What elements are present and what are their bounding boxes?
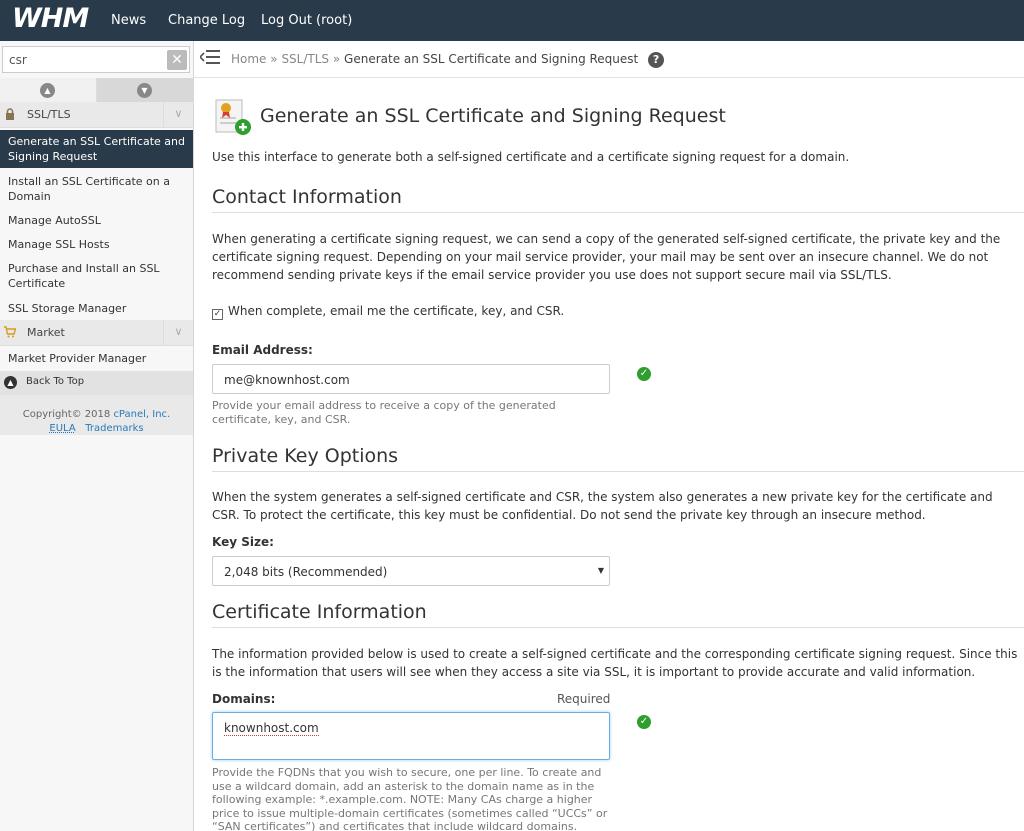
breadcrumb-separator: » bbox=[270, 52, 278, 66]
trademarks-link[interactable]: Trademarks bbox=[85, 423, 143, 434]
breadcrumb-section[interactable]: SSL/TLS bbox=[281, 52, 329, 66]
domains-textarea[interactable]: knownhost.com bbox=[212, 712, 610, 760]
back-to-top[interactable]: ▲ Back To Top bbox=[0, 371, 193, 395]
top-bar: WHM News Change Log Log Out (root) bbox=[0, 0, 1024, 41]
sidebar-item-manage-autossl[interactable]: Manage AutoSSL bbox=[0, 213, 193, 228]
sort-up-icon: ▲ bbox=[40, 83, 55, 98]
sidebar-item-purchase-ssl[interactable]: Purchase and Install an SSL Certificate bbox=[0, 261, 193, 291]
key-size-select[interactable]: 2,048 bits (Recommended) ▼ bbox=[212, 556, 610, 586]
sidebar-item-ssl-storage[interactable]: SSL Storage Manager bbox=[0, 301, 193, 316]
copyright-text: Copyright© 2018 bbox=[22, 409, 111, 420]
sort-down-button[interactable]: ▼ bbox=[97, 78, 194, 102]
domains-help: Provide the FQDNs that you wish to secur… bbox=[212, 766, 608, 831]
certificate-description: The information provided below is used t… bbox=[212, 647, 1018, 679]
arrow-up-icon: ▲ bbox=[4, 376, 17, 389]
chevron-down-icon[interactable]: ∨ bbox=[163, 102, 193, 128]
sidebar-item-install-ssl[interactable]: Install an SSL Certificate on a Domain bbox=[0, 174, 193, 204]
help-icon[interactable]: ? bbox=[648, 52, 665, 68]
search-clear-icon[interactable]: ✕ bbox=[167, 50, 187, 70]
check-valid-icon: ✓ bbox=[637, 367, 651, 381]
sidebar-search[interactable]: csr ✕ bbox=[2, 46, 190, 73]
certificate-add-icon bbox=[215, 99, 251, 135]
email-checkbox[interactable]: ✓ bbox=[212, 309, 223, 320]
breadcrumb-bar: Home » SSL/TLS » Generate an SSL Certifi… bbox=[194, 41, 1024, 78]
breadcrumb-home[interactable]: Home bbox=[231, 52, 266, 66]
menu-collapse-icon[interactable] bbox=[200, 50, 220, 64]
sidebar-item-generate-ssl[interactable]: Generate an SSL Certificate and Signing … bbox=[0, 130, 193, 168]
email-help: Provide your email address to receive a … bbox=[212, 399, 556, 426]
lock-icon bbox=[6, 108, 14, 120]
certificate-heading: Certificate Information bbox=[212, 601, 1024, 628]
page-intro: Use this interface to generate both a se… bbox=[212, 150, 850, 164]
email-field-value: me@knownhost.com bbox=[224, 373, 350, 387]
private-key-heading: Private Key Options bbox=[212, 445, 1024, 472]
sidebar-item-market-provider[interactable]: Market Provider Manager bbox=[0, 351, 193, 366]
breadcrumb: Home » SSL/TLS » Generate an SSL Certifi… bbox=[231, 52, 665, 68]
key-size-label: Key Size: bbox=[212, 535, 274, 549]
email-field[interactable]: me@knownhost.com bbox=[212, 364, 610, 394]
check-valid-icon: ✓ bbox=[637, 715, 651, 729]
key-size-value: 2,048 bits (Recommended) bbox=[224, 565, 388, 579]
domains-value: knownhost.com bbox=[224, 721, 319, 736]
email-label: Email Address: bbox=[212, 343, 313, 357]
email-checkbox-label: When complete, email me the certificate,… bbox=[228, 304, 565, 318]
sort-bar: ▲ ▼ bbox=[0, 78, 194, 102]
nav-logout[interactable]: Log Out (root) bbox=[261, 13, 352, 28]
page-title: Generate an SSL Certificate and Signing … bbox=[260, 105, 726, 127]
sort-down-icon: ▼ bbox=[137, 83, 152, 98]
whm-logo[interactable]: WHM bbox=[12, 3, 89, 34]
contact-heading: Contact Information bbox=[212, 186, 1024, 213]
email-checkbox-row[interactable]: ✓ When complete, email me the certificate… bbox=[212, 304, 564, 320]
sort-up-button[interactable]: ▲ bbox=[0, 78, 97, 102]
back-to-top-label: Back To Top bbox=[26, 376, 85, 387]
contact-description: When generating a certificate signing re… bbox=[212, 232, 1001, 282]
private-key-description: When the system generates a self-signed … bbox=[212, 490, 993, 522]
search-input-value[interactable]: csr bbox=[9, 53, 27, 67]
sidebar: csr ✕ ▲ ▼ SSL/TLS ∨ Generate an SSL Cert… bbox=[0, 41, 194, 831]
sidebar-category-market[interactable]: Market ∨ bbox=[0, 320, 193, 346]
sidebar-footer: Copyright© 2018 cPanel, Inc. EULA Tradem… bbox=[0, 395, 193, 435]
domains-label: Domains: bbox=[212, 692, 276, 706]
sidebar-category-ssl[interactable]: SSL/TLS ∨ bbox=[0, 102, 193, 128]
cpanel-link[interactable]: cPanel, Inc. bbox=[113, 409, 170, 420]
cart-icon bbox=[4, 326, 16, 338]
select-arrow-icon: ▼ bbox=[597, 566, 604, 575]
required-label: Required bbox=[557, 692, 611, 706]
sidebar-category-label: SSL/TLS bbox=[27, 108, 71, 121]
sidebar-category-label: Market bbox=[27, 326, 65, 339]
eula-link[interactable]: EULA bbox=[49, 423, 75, 434]
nav-change-log[interactable]: Change Log bbox=[168, 13, 245, 28]
nav-news[interactable]: News bbox=[111, 13, 146, 28]
sidebar-item-manage-ssl-hosts[interactable]: Manage SSL Hosts bbox=[0, 237, 193, 252]
breadcrumb-current: Generate an SSL Certificate and Signing … bbox=[344, 52, 639, 66]
breadcrumb-separator: » bbox=[332, 52, 341, 66]
chevron-down-icon[interactable]: ∨ bbox=[163, 320, 193, 346]
